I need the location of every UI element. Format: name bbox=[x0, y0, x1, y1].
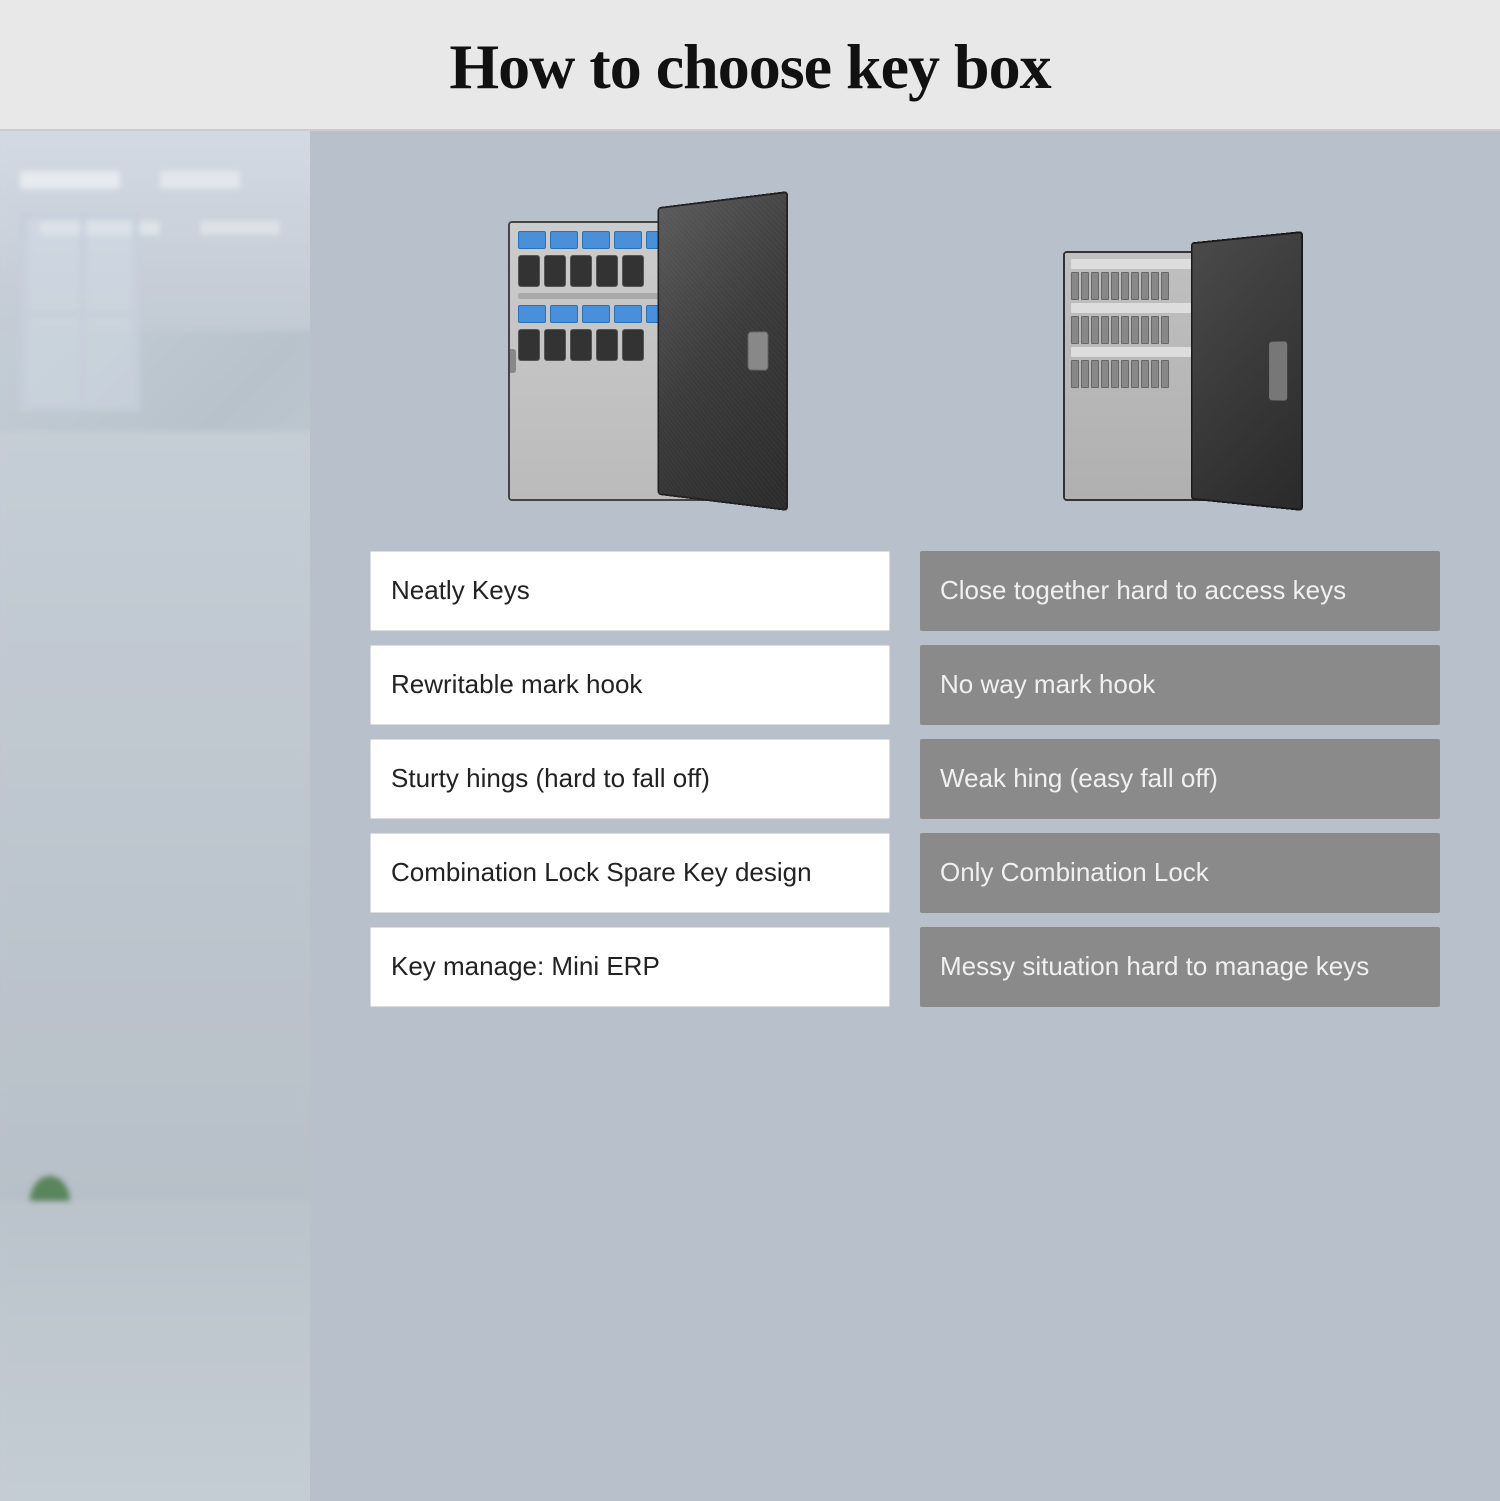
office-background bbox=[0, 131, 310, 1501]
key-bad bbox=[1121, 316, 1129, 344]
feature-box-combo-lock: Combination Lock Spare Key design bbox=[370, 833, 890, 913]
key-bad bbox=[1121, 360, 1129, 388]
comparison-section: Neatly Keys Rewritable mark hook Sturty … bbox=[370, 551, 1440, 1461]
key-bad bbox=[1081, 316, 1089, 344]
key-fob bbox=[570, 255, 592, 287]
feature-text-neat-keys: Neatly Keys bbox=[391, 573, 530, 608]
blur-overlay bbox=[0, 131, 310, 1501]
key-bad bbox=[1081, 272, 1089, 300]
key-bad bbox=[1151, 360, 1159, 388]
feature-text-no-way-mark: No way mark hook bbox=[940, 667, 1155, 702]
key-bad bbox=[1141, 316, 1149, 344]
key-fob bbox=[570, 329, 592, 361]
key-fob bbox=[518, 329, 540, 361]
key-bad bbox=[1131, 360, 1139, 388]
key-tag bbox=[582, 305, 610, 323]
feature-text-sturdy-hings: Sturty hings (hard to fall off) bbox=[391, 761, 710, 796]
key-bad bbox=[1161, 360, 1169, 388]
good-box-door bbox=[657, 191, 787, 511]
key-fob bbox=[596, 255, 618, 287]
key-tag bbox=[550, 305, 578, 323]
key-bad bbox=[1151, 272, 1159, 300]
key-bad bbox=[1121, 272, 1129, 300]
key-tag bbox=[518, 231, 546, 249]
good-features-column: Neatly Keys Rewritable mark hook Sturty … bbox=[370, 551, 890, 1461]
key-lock bbox=[508, 349, 516, 373]
bad-key-box bbox=[1063, 231, 1303, 511]
feature-text-close-together: Close together hard to access keys bbox=[940, 573, 1346, 608]
feature-text-key-manage: Key manage: Mini ERP bbox=[391, 949, 660, 984]
key-bad bbox=[1131, 272, 1139, 300]
key-bad bbox=[1071, 316, 1079, 344]
key-bad bbox=[1111, 360, 1119, 388]
key-bad bbox=[1111, 272, 1119, 300]
bad-box-door bbox=[1190, 231, 1302, 511]
key-fob bbox=[544, 255, 566, 287]
main-content: Neatly Keys Rewritable mark hook Sturty … bbox=[0, 131, 1500, 1501]
good-key-box-container bbox=[508, 191, 788, 511]
key-fob bbox=[596, 329, 618, 361]
feature-box-no-way-mark: No way mark hook bbox=[920, 645, 1440, 725]
door-texture bbox=[659, 193, 786, 509]
key-bad bbox=[1141, 360, 1149, 388]
bad-key-box-container bbox=[1063, 231, 1303, 511]
key-tag bbox=[518, 305, 546, 323]
bad-door-lock bbox=[1269, 341, 1287, 400]
feature-text-rewritable-mark: Rewritable mark hook bbox=[391, 667, 642, 702]
wall-panel: Neatly Keys Rewritable mark hook Sturty … bbox=[310, 131, 1500, 1501]
page-header: How to choose key box bbox=[0, 0, 1500, 131]
key-tag bbox=[582, 231, 610, 249]
page-title: How to choose key box bbox=[0, 30, 1500, 104]
bad-features-column: Close together hard to access keys No wa… bbox=[920, 551, 1440, 1461]
key-fob bbox=[544, 329, 566, 361]
key-fob bbox=[622, 329, 644, 361]
key-tag bbox=[614, 231, 642, 249]
key-bad bbox=[1151, 316, 1159, 344]
key-bad bbox=[1161, 316, 1169, 344]
good-key-box bbox=[508, 191, 788, 511]
key-bad bbox=[1141, 272, 1149, 300]
feature-text-only-combo: Only Combination Lock bbox=[940, 855, 1209, 890]
feature-box-key-manage: Key manage: Mini ERP bbox=[370, 927, 890, 1007]
key-fob bbox=[622, 255, 644, 287]
key-bad bbox=[1081, 360, 1089, 388]
feature-box-messy-situation: Messy situation hard to manage keys bbox=[920, 927, 1440, 1007]
office-photo-panel bbox=[0, 131, 310, 1501]
feature-box-weak-hing: Weak hing (easy fall off) bbox=[920, 739, 1440, 819]
key-bad bbox=[1111, 316, 1119, 344]
feature-box-neat-keys: Neatly Keys bbox=[370, 551, 890, 631]
feature-box-close-together: Close together hard to access keys bbox=[920, 551, 1440, 631]
door-combo-lock bbox=[747, 331, 768, 370]
feature-box-sturdy-hings: Sturty hings (hard to fall off) bbox=[370, 739, 890, 819]
key-bad bbox=[1091, 272, 1099, 300]
feature-box-rewritable-mark: Rewritable mark hook bbox=[370, 645, 890, 725]
key-bad bbox=[1071, 360, 1079, 388]
key-bad bbox=[1091, 360, 1099, 388]
feature-text-messy-situation: Messy situation hard to manage keys bbox=[940, 949, 1369, 984]
key-tag bbox=[614, 305, 642, 323]
feature-text-combo-lock: Combination Lock Spare Key design bbox=[391, 855, 812, 890]
key-bad bbox=[1071, 272, 1079, 300]
key-bad bbox=[1101, 272, 1109, 300]
key-bad bbox=[1101, 360, 1109, 388]
feature-text-weak-hing: Weak hing (easy fall off) bbox=[940, 761, 1218, 796]
key-bad bbox=[1131, 316, 1139, 344]
key-bad bbox=[1101, 316, 1109, 344]
key-bad bbox=[1161, 272, 1169, 300]
key-bad bbox=[1091, 316, 1099, 344]
key-boxes-row bbox=[370, 191, 1440, 511]
key-tag bbox=[550, 231, 578, 249]
key-fob bbox=[518, 255, 540, 287]
feature-box-only-combo: Only Combination Lock bbox=[920, 833, 1440, 913]
